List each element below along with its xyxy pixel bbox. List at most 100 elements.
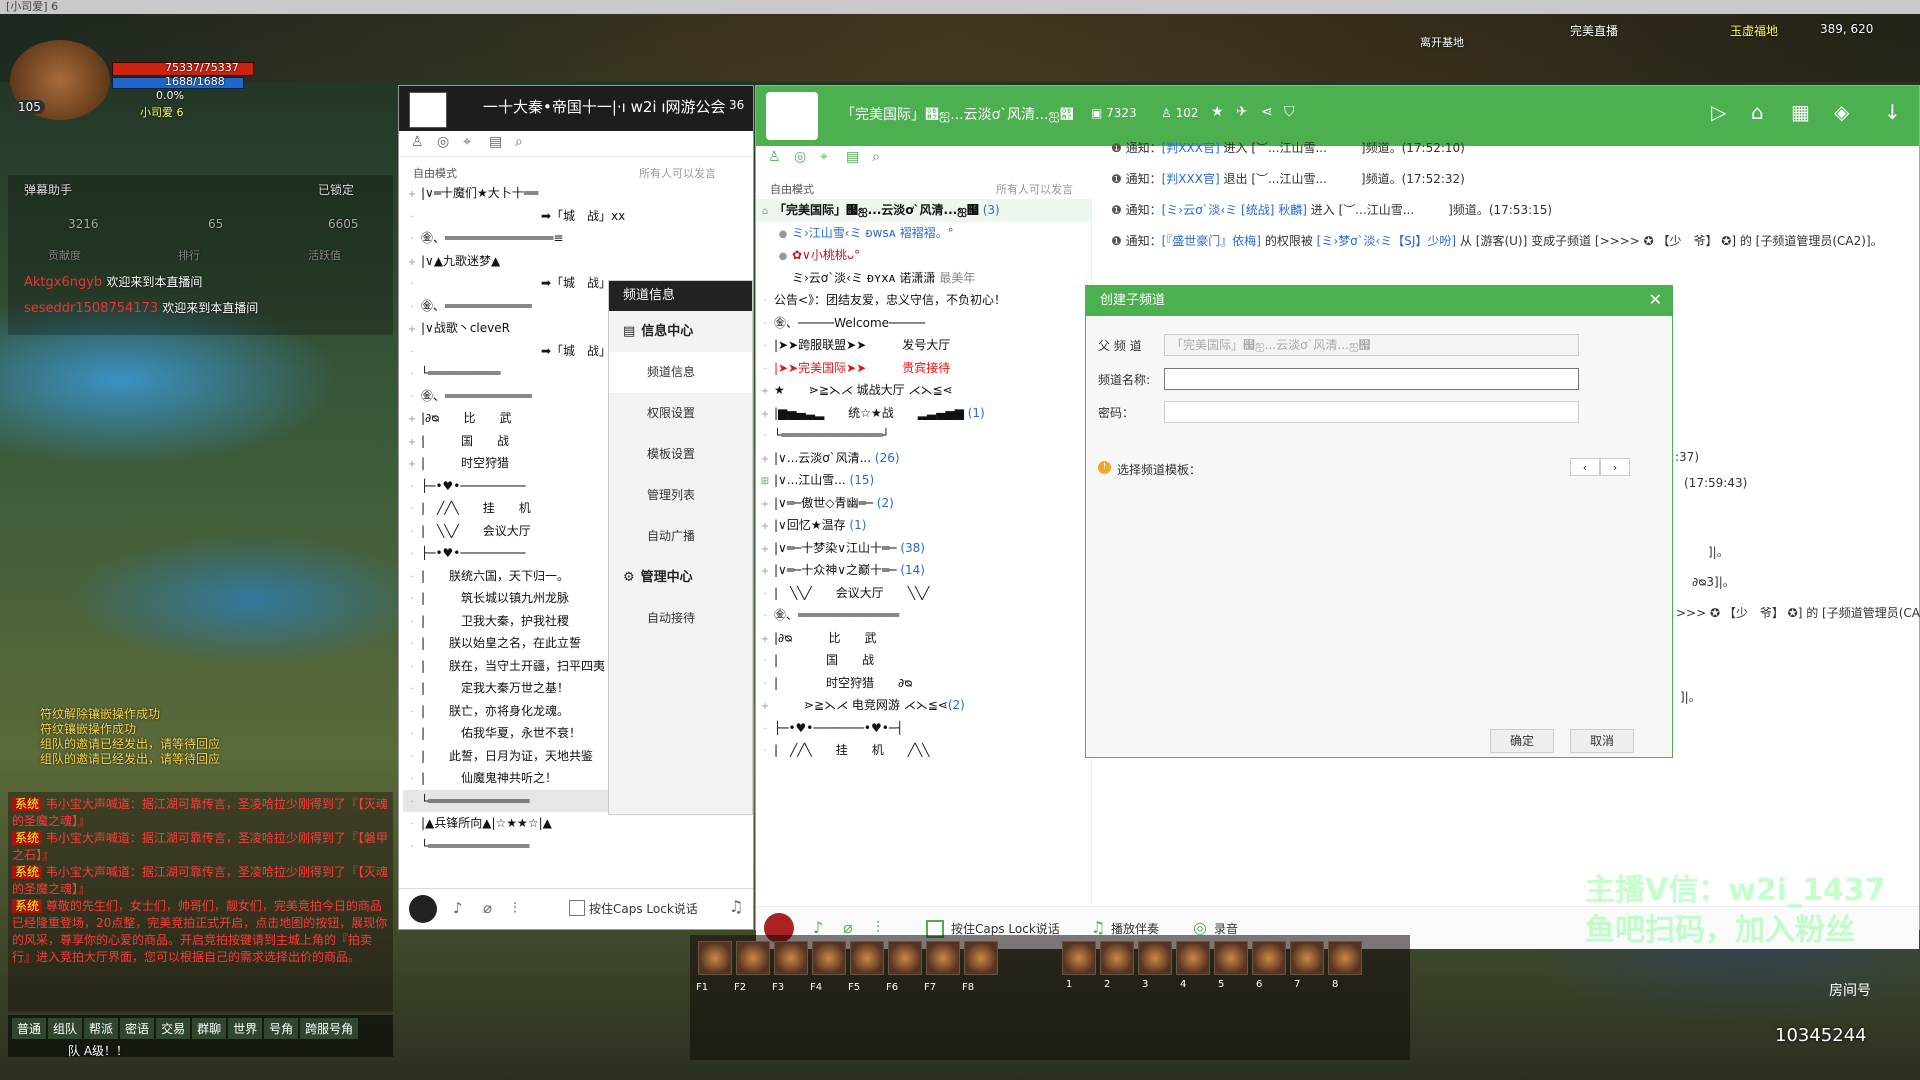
skill-slot[interactable] <box>1100 941 1134 975</box>
yy2-row[interactable]: · | 国 战 <box>756 649 1091 672</box>
share-icon[interactable]: ⋖ <box>1261 104 1273 120</box>
music-icon[interactable]: ♫ <box>729 897 743 916</box>
yy2-row[interactable]: ミ›云ơ`淡‹ミ ᴆʏxᴀ 诺潇潇 最美年 <box>756 267 1091 290</box>
chat-tab-world[interactable]: 世界 <box>228 1018 263 1039</box>
menu-item-auto-broadcast[interactable]: 自动广播 <box>609 516 752 557</box>
yy2-row[interactable]: + |∨回忆★温存 (1) <box>756 514 1091 537</box>
menu-item-auto-reception[interactable]: 自动接待 <box>609 598 752 639</box>
yy2-row[interactable]: ● ミ›江山雪‹ミ ᴆᴡsᴀ 褶褶褶。° <box>756 222 1091 245</box>
headset-icon[interactable]: ◎ <box>437 134 449 150</box>
base-label[interactable]: 离开基地 <box>1420 34 1464 50</box>
skill-slot[interactable] <box>774 941 808 975</box>
yy2-row[interactable]: · ├─•♥•───────•♥•─┤ <box>756 717 1091 740</box>
skill-slot[interactable] <box>964 941 998 975</box>
yy2-row[interactable]: · | ╱╱╲ 挂 机 ╱╲╲ <box>756 739 1091 762</box>
yy2-row[interactable]: ● ✿∨小桃桃ᴗ° <box>756 244 1091 267</box>
yy2-mode-select[interactable]: 自由模式 <box>770 181 814 197</box>
plane-icon[interactable]: ✈ <box>1236 104 1248 120</box>
skill-slot[interactable] <box>1138 941 1172 975</box>
menu-item-templates[interactable]: 模板设置 <box>609 434 752 475</box>
notes-icon[interactable]: ▤ <box>489 134 502 150</box>
user-icon[interactable]: ♙ <box>768 149 781 165</box>
skill-slot[interactable] <box>1290 941 1324 975</box>
yy1-row[interactable]: · ➡「城 战」xx <box>403 205 747 228</box>
search-icon[interactable]: ⌕ <box>872 149 880 165</box>
chat-input[interactable]: 队 A级！！ <box>8 1042 393 1059</box>
menu-item-admin-list[interactable]: 管理列表 <box>609 475 752 516</box>
location-icon[interactable]: ⌖ <box>820 149 828 165</box>
yy1-row[interactable]: · └══════════════ <box>403 835 747 858</box>
location-icon[interactable]: ⌖ <box>463 134 471 150</box>
ok-button[interactable]: 确定 <box>1490 729 1554 753</box>
skill-slot[interactable] <box>1062 941 1096 975</box>
chat-tab-whisper[interactable]: 密语 <box>120 1018 155 1039</box>
mic-icon[interactable]: ⌀ <box>483 899 492 917</box>
menu-group-admin[interactable]: ⚙ 管理中心 <box>609 557 752 598</box>
minimize-icon[interactable]: ↓ <box>1884 100 1901 124</box>
chat-tab-cross-horn[interactable]: 跨服号角 <box>300 1018 359 1039</box>
yy2-row[interactable]: · 公告<》：团结友爱，忠义守信，不负初心！ <box>756 289 1091 312</box>
yy1-row[interactable]: + |∨▲九歌迷梦▲ <box>403 250 747 273</box>
mixer-icon[interactable]: ⫶ <box>513 899 517 917</box>
skill-slot[interactable] <box>888 941 922 975</box>
grid-icon[interactable]: ▦ <box>1791 100 1810 124</box>
search-icon[interactable]: ⌕ <box>515 134 523 150</box>
skill-slot[interactable] <box>698 941 732 975</box>
yy2-row[interactable]: · | ╲╲╱ 会议大厅 ╲╲╱ <box>756 582 1091 605</box>
yy1-row[interactable]: · |▲兵锋所向▲|☆★★☆|▲ <box>403 812 747 835</box>
caps-checkbox[interactable] <box>569 900 585 916</box>
yy2-row[interactable]: + |∨...云淡ơ`风清... (26) <box>756 447 1091 470</box>
yy2-row[interactable]: · ㊎、─────Welcome───── <box>756 312 1091 335</box>
notes-icon[interactable]: ▤ <box>846 149 859 165</box>
yy1-row[interactable]: · ㊎、═══════════════≡ <box>403 227 747 250</box>
password-input[interactable] <box>1164 401 1579 423</box>
close-icon[interactable]: ✕ <box>1649 290 1662 309</box>
skill-slot[interactable] <box>1214 941 1248 975</box>
yy2-row[interactable]: · |➤➤完美国际➤➤ 贵宾接待 <box>756 357 1091 380</box>
user-icon[interactable]: ♙ <box>411 134 424 150</box>
shield-icon[interactable]: ⛉ <box>1284 104 1295 120</box>
chat-tab-normal[interactable]: 普通 <box>12 1018 47 1039</box>
yy2-row[interactable]: + |∂ᴓ 比 武 <box>756 627 1091 650</box>
lock-label[interactable]: 已锁定 <box>318 181 354 198</box>
yy2-row[interactable]: · └══════════════┘ <box>756 424 1091 447</box>
home-icon[interactable]: ⌂ <box>1751 100 1764 124</box>
yy1-row[interactable]: + |∨═十魔们★大卜十══ <box>403 182 747 205</box>
chat-tab-group[interactable]: 群聊 <box>192 1018 227 1039</box>
skill-slot[interactable] <box>1252 941 1286 975</box>
template-prev-button[interactable]: ‹ <box>1570 458 1600 476</box>
chat-tab-trade[interactable]: 交易 <box>156 1018 191 1039</box>
headset-icon[interactable]: ◎ <box>794 149 806 165</box>
yy2-row[interactable]: + ⋗≧⋋⋌ 电竞网游 ⋌⋋≦⋖(2) <box>756 694 1091 717</box>
chat-tab-horn[interactable]: 号角 <box>264 1018 299 1039</box>
chat-tab-team[interactable]: 组队 <box>48 1018 83 1039</box>
yy2-row[interactable]: + |∨═─十梦染∨江山十═─ (38) <box>756 537 1091 560</box>
skill-slot[interactable] <box>736 941 770 975</box>
cancel-button[interactable]: 取消 <box>1570 729 1634 753</box>
gamepad-icon[interactable]: ◈ <box>1834 100 1849 124</box>
speaker-icon[interactable]: ♪ <box>453 899 463 917</box>
yy2-row[interactable]: · |➤➤跨服联盟➤➤ 发号大厅 <box>756 334 1091 357</box>
template-next-button[interactable]: › <box>1600 458 1630 476</box>
yy2-row[interactable]: ⌂ 「完美国际」஧ஐ...云淡ơ`风清...ஐ஧ (3) <box>756 199 1091 222</box>
skill-slot[interactable] <box>926 941 960 975</box>
chat-tab-guild[interactable]: 帮派 <box>84 1018 119 1039</box>
yy2-row[interactable]: · | 时空狩猎 ∂ᴓ <box>756 672 1091 695</box>
star-icon[interactable]: ★ <box>1211 104 1224 120</box>
yy2-row[interactable]: · ㊎、══════════════ <box>756 604 1091 627</box>
video-icon[interactable]: ▷ <box>1711 100 1726 124</box>
yy2-row[interactable]: ⊞ |∨...江山雪... (15) <box>756 469 1091 492</box>
skill-slot[interactable] <box>1176 941 1210 975</box>
channel-name-input[interactable] <box>1164 368 1579 390</box>
skill-slot[interactable] <box>1328 941 1362 975</box>
yy2-row[interactable]: + |▆▅▄▃▂ 统☆★战 ▂▃▄▅▆ (1) <box>756 402 1091 425</box>
menu-item-channel-info[interactable]: 频道信息 <box>609 352 752 393</box>
skill-slot[interactable] <box>812 941 846 975</box>
yy2-row[interactable]: + ★ ⋗≧⋋⋌ 城战大厅 ⋌⋋≦⋖ <box>756 379 1091 402</box>
skill-slot[interactable] <box>850 941 884 975</box>
yy2-row[interactable]: + |∨═─十众神∨之巅十═─ (14) <box>756 559 1091 582</box>
menu-item-permissions[interactable]: 权限设置 <box>609 393 752 434</box>
yy1-mode-select[interactable]: 自由模式 <box>413 165 457 181</box>
menu-group-info[interactable]: ▤ 信息中心 <box>609 311 752 352</box>
yy2-row[interactable]: + |∨═─傲世◇青幽═─ (2) <box>756 492 1091 515</box>
